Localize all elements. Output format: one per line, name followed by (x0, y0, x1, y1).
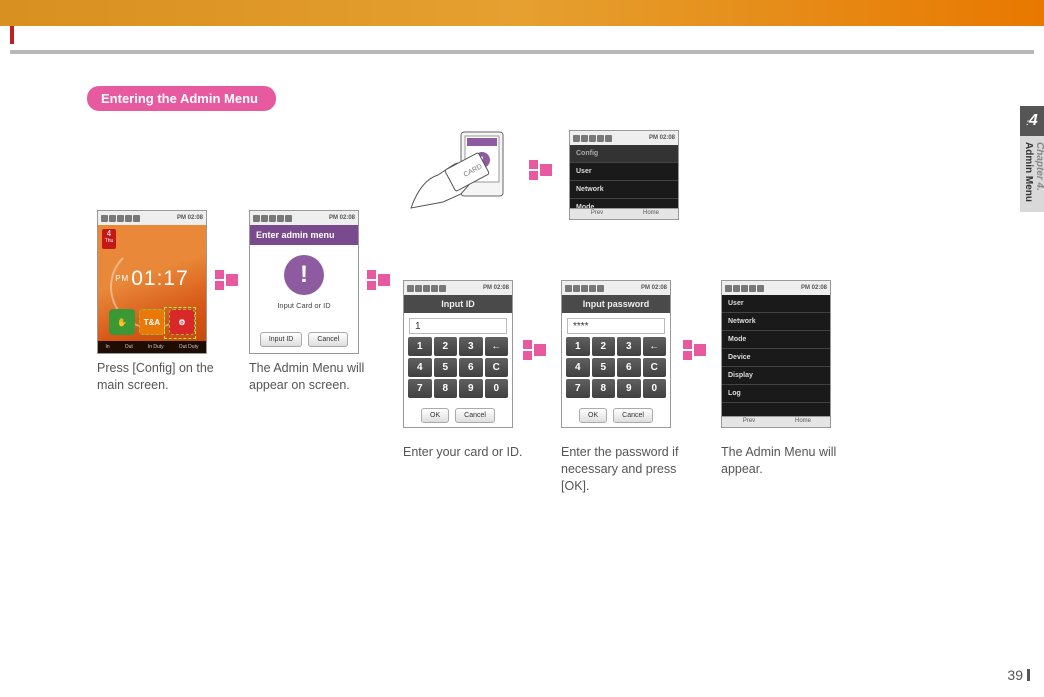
keypad-key[interactable]: 6 (459, 358, 483, 377)
menu-item[interactable]: User (722, 295, 830, 313)
chapter-number: :4 (1020, 106, 1044, 136)
screenshot-main-screen: PM 02:08 4Thu PM01:17 ✋ T&A ⚙ InOutIn Du… (97, 210, 207, 354)
keypad-key[interactable]: 4 (408, 358, 432, 377)
alert-icon: ! (284, 255, 324, 295)
cancel-button[interactable]: Cancel (613, 408, 653, 423)
keypad-key[interactable]: 1 (408, 337, 432, 356)
screenshot-input-password: PM 02:08 Input password **** 1 2 3 ← 4 5… (561, 280, 671, 428)
step6-caption: The Admin Menu will appear. (721, 444, 861, 478)
flow-arrow-icon (529, 160, 552, 180)
flow-arrow-icon (367, 270, 390, 290)
step1-caption: Press [Config] on the main screen. (97, 360, 237, 394)
ok-button[interactable]: OK (579, 408, 607, 423)
page-number: 39 (1007, 667, 1030, 683)
top-orange-bar (0, 0, 1044, 26)
keypad-key[interactable]: 0 (485, 379, 509, 398)
section-title-badge: Entering the Admin Menu (87, 86, 276, 111)
screenshot-admin-menu: PM 02:08 User Network Mode Device Displa… (721, 280, 831, 428)
keypad-key[interactable]: 4 (566, 358, 590, 377)
menu-item[interactable]: Device (722, 349, 830, 367)
screenshot-input-id: PM 02:08 Input ID 1 1 2 3 ← 4 5 6 C 7 8 … (403, 280, 513, 428)
keypad-key[interactable]: C (643, 358, 667, 377)
keypad-key[interactable]: ← (485, 337, 509, 356)
keypad-key[interactable]: 1 (566, 337, 590, 356)
keypad-key[interactable]: 7 (408, 379, 432, 398)
step4-caption: Enter your card or ID. (403, 444, 543, 461)
flow-arrow-icon (683, 340, 706, 360)
screenshot-enter-admin: PM 02:08 Enter admin menu ! Input Card o… (249, 210, 359, 354)
dialog-header: Enter admin menu (250, 225, 358, 245)
keypad-key[interactable]: C (485, 358, 509, 377)
screenshot-admin-menu-small: PM 02:08 Config User Network Mode Device… (569, 130, 679, 220)
keypad-key[interactable]: 7 (566, 379, 590, 398)
keypad-key[interactable]: 3 (459, 337, 483, 356)
step2-caption: The Admin Menu will appear on screen. (249, 360, 389, 394)
chapter-title: Admin Menu (1023, 142, 1034, 202)
red-marker (10, 26, 14, 44)
menu-item[interactable]: Mode (722, 331, 830, 349)
calendar-icon: 4Thu (102, 229, 116, 249)
menu-item[interactable]: Network (722, 313, 830, 331)
keypad-key[interactable]: 3 (617, 337, 641, 356)
id-input[interactable]: 1 (409, 318, 507, 334)
menu-item[interactable]: Display (722, 367, 830, 385)
input-id-button[interactable]: Input ID (260, 332, 303, 347)
keypad-key[interactable]: 0 (643, 379, 667, 398)
keypad-key[interactable]: 2 (592, 337, 616, 356)
flow-arrow-icon (523, 340, 546, 360)
card-tap-illustration: ! CARD (403, 130, 513, 220)
keypad-key[interactable]: ← (643, 337, 667, 356)
keypad-key[interactable]: 9 (459, 379, 483, 398)
keypad-title: Input password (562, 295, 670, 313)
chapter-side-tab: :4 Chapter 4. Admin Menu (1020, 106, 1044, 212)
dialog-message: Input Card or ID (250, 301, 358, 310)
config-highlight (164, 307, 196, 339)
cancel-button[interactable]: Cancel (455, 408, 495, 423)
keypad-key[interactable]: 5 (434, 358, 458, 377)
chapter-label: Chapter 4. (1034, 142, 1044, 191)
keypad-key[interactable]: 2 (434, 337, 458, 356)
keypad-key[interactable]: 8 (592, 379, 616, 398)
menu-item[interactable]: Network (570, 181, 678, 199)
keypad-key[interactable]: 8 (434, 379, 458, 398)
ta-button[interactable]: T&A (139, 309, 165, 335)
ok-button[interactable]: OK (421, 408, 449, 423)
keypad-key[interactable]: 5 (592, 358, 616, 377)
auth-button[interactable]: ✋ (109, 309, 135, 335)
menu-item[interactable]: User (570, 163, 678, 181)
menu-item[interactable]: Log (722, 385, 830, 403)
grey-separator (10, 50, 1034, 54)
password-input[interactable]: **** (567, 318, 665, 334)
keypad-title: Input ID (404, 295, 512, 313)
keypad-key[interactable]: 9 (617, 379, 641, 398)
keypad-key[interactable]: 6 (617, 358, 641, 377)
flow-arrow-icon (215, 270, 238, 290)
step5-caption: Enter the password if necessary and pres… (561, 444, 701, 495)
cancel-button[interactable]: Cancel (308, 332, 348, 347)
